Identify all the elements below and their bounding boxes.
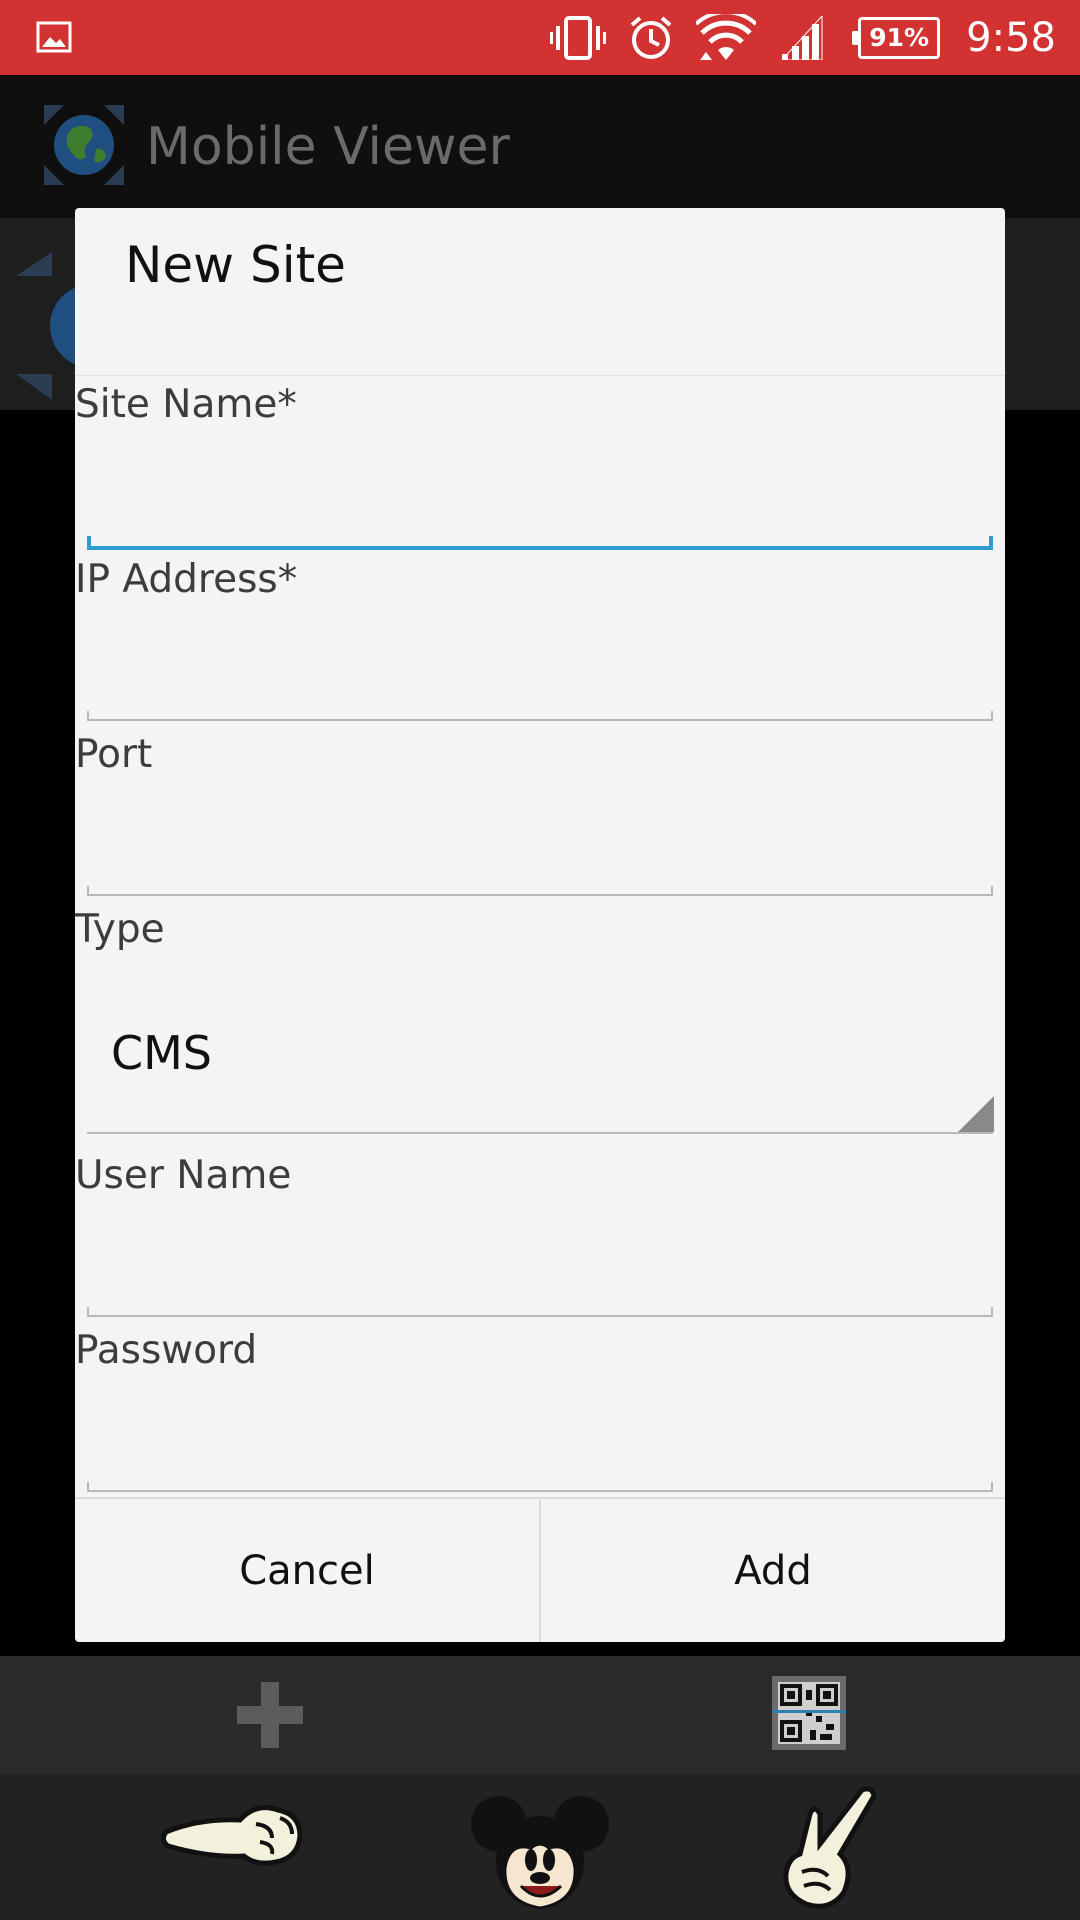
battery-level: 91%	[869, 23, 930, 52]
battery-icon: 91%	[852, 16, 941, 59]
clock: 9:58	[966, 14, 1056, 61]
bottom-toolbar	[0, 1656, 1080, 1774]
vibrate-icon	[550, 15, 607, 60]
globe-logo-icon	[44, 105, 124, 185]
port-input[interactable]	[105, 818, 975, 888]
app-bar: Mobile Viewer	[0, 75, 1080, 218]
dropdown-corner-icon[interactable]	[958, 1096, 994, 1132]
new-site-dialog: New Site Site Name* IP Address* Port Typ…	[75, 208, 1005, 1642]
signal-icon	[778, 15, 826, 60]
type-spinner[interactable]: CMS	[111, 1026, 212, 1080]
add-button[interactable]: Add	[541, 1499, 1005, 1642]
gallery-icon	[36, 21, 72, 53]
back-pointing-hand-icon[interactable]	[160, 1784, 310, 1894]
site-name-label: Site Name*	[75, 382, 297, 427]
screen: 91% 9:58 Mobile Viewer New Site Site Nam…	[0, 0, 1080, 1920]
app-title: Mobile Viewer	[146, 117, 510, 177]
ip-address-input[interactable]	[105, 643, 975, 713]
site-name-field[interactable]	[87, 472, 993, 550]
password-input[interactable]	[105, 1414, 975, 1484]
mickey-home-icon[interactable]	[465, 1784, 615, 1914]
user-name-field[interactable]	[87, 1239, 993, 1317]
title-divider	[75, 375, 1005, 376]
port-field[interactable]	[87, 818, 993, 896]
password-field[interactable]	[87, 1414, 993, 1492]
add-icon[interactable]	[237, 1682, 303, 1748]
password-label: Password	[75, 1328, 258, 1373]
status-bar: 91% 9:58	[0, 0, 1080, 75]
cancel-button[interactable]: Cancel	[75, 1499, 539, 1642]
qr-code-icon[interactable]	[772, 1676, 846, 1750]
dialog-title: New Site	[125, 236, 346, 294]
wifi-icon	[696, 13, 757, 62]
site-name-input[interactable]	[105, 472, 975, 542]
user-name-label: User Name	[75, 1153, 292, 1198]
ip-address-field[interactable]	[87, 643, 993, 721]
port-label: Port	[75, 732, 153, 777]
alarm-icon	[628, 15, 674, 61]
type-label: Type	[75, 907, 165, 952]
ip-address-label: IP Address*	[75, 557, 298, 602]
type-spinner-underline	[87, 1132, 993, 1134]
user-name-input[interactable]	[105, 1239, 975, 1309]
navigation-bar	[0, 1774, 1080, 1920]
peace-hand-recent-icon[interactable]	[770, 1784, 890, 1914]
